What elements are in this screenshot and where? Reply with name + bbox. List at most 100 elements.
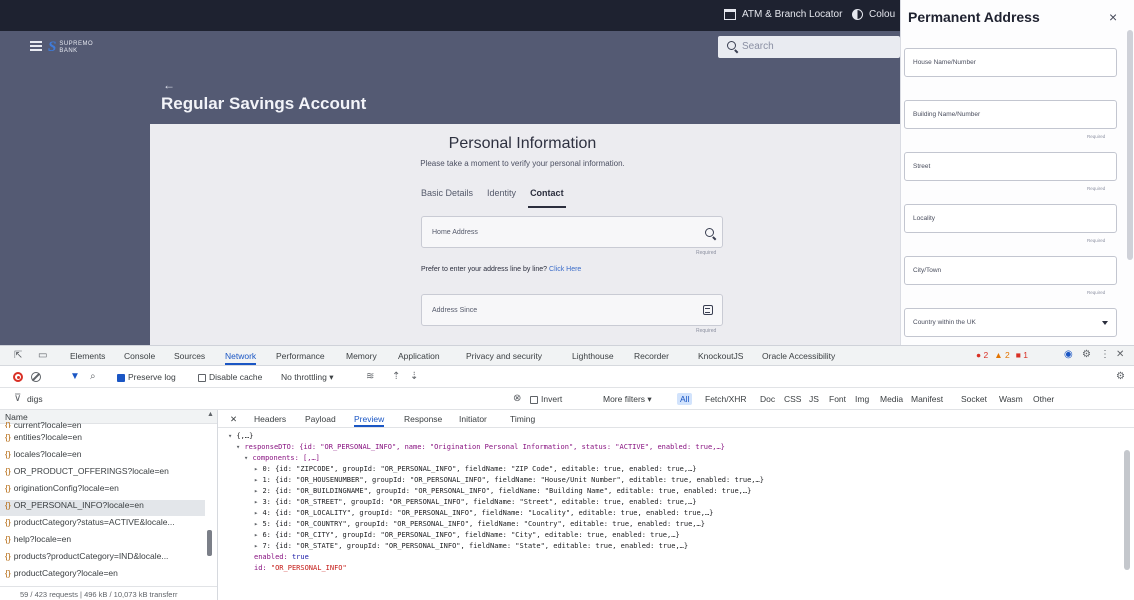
tab-response[interactable]: Response — [404, 414, 442, 424]
network-settings-icon[interactable]: ⚙ — [1116, 371, 1125, 382]
address-since-field[interactable]: Address Since — [421, 294, 723, 326]
list-item[interactable]: {} OR_PRODUCT_OFFERINGS?locale=en — [0, 466, 205, 482]
record-icon[interactable] — [13, 372, 23, 382]
tab-application[interactable]: Application — [398, 351, 440, 361]
json-row[interactable]: ▸ 7: {id: "OR_STATE", groupId: "OR_PERSO… — [254, 542, 688, 550]
filter-doc[interactable]: Doc — [757, 393, 778, 405]
json-response-dto[interactable]: ▾ responseDTO: {id: "OR_PERSONAL_INFO", … — [236, 443, 725, 451]
tab-lighthouse[interactable]: Lighthouse — [572, 351, 614, 361]
list-item[interactable]: {} productCategory?status=ACTIVE&locale..… — [0, 517, 205, 533]
tab-payload[interactable]: Payload — [305, 414, 336, 424]
close-icon[interactable]: × — [1109, 9, 1117, 25]
filter-js[interactable]: JS — [806, 393, 822, 405]
tab-memory[interactable]: Memory — [346, 351, 377, 361]
hamburger-menu-icon[interactable] — [30, 41, 42, 51]
list-item[interactable]: {} locales?locale=en — [0, 449, 205, 465]
street-field[interactable]: Street — [904, 152, 1117, 181]
filter-media[interactable]: Media — [877, 393, 906, 405]
filter-wasm[interactable]: Wasm — [996, 393, 1026, 405]
json-row[interactable]: ▸ 3: {id: "OR_STREET", groupId: "OR_PERS… — [254, 498, 697, 506]
address-search-icon[interactable] — [705, 228, 714, 237]
filter-fetch-xhr[interactable]: Fetch/XHR — [702, 393, 750, 405]
calendar-icon[interactable] — [703, 305, 713, 315]
locality-field[interactable]: Locality — [904, 204, 1117, 233]
list-item[interactable]: {} current?locale=en — [0, 420, 205, 428]
city-town-field[interactable]: City/Town — [904, 256, 1117, 285]
more-options-icon[interactable]: ⋮ — [1100, 349, 1110, 360]
close-detail-icon[interactable]: ✕ — [230, 414, 237, 425]
panel-scrollbar[interactable] — [1127, 30, 1133, 260]
tab-privacy-security[interactable]: Privacy and security — [466, 351, 542, 361]
tab-console[interactable]: Console — [124, 351, 155, 361]
request-list-scrollbar[interactable] — [207, 530, 212, 556]
tab-knockoutjs[interactable]: KnockoutJS — [698, 351, 743, 361]
filter-other[interactable]: Other — [1030, 393, 1057, 405]
clear-filter-icon[interactable]: ⊗ — [513, 393, 521, 404]
json-root[interactable]: ▾ {,…} — [228, 432, 253, 440]
tab-basic-details[interactable]: Basic Details — [421, 188, 473, 198]
json-row[interactable]: ▸ 0: {id: "ZIPCODE", groupId: "OR_PERSON… — [254, 465, 697, 473]
upload-icon[interactable]: ⇡ — [392, 371, 400, 382]
filter-input[interactable]: digs — [27, 394, 43, 404]
json-components[interactable]: ▾ components: [,…] — [244, 454, 320, 462]
disable-cache-checkbox[interactable]: Disable cache — [198, 372, 262, 382]
tab-preview[interactable]: Preview — [354, 414, 385, 427]
inspect-icon[interactable]: ⇱ — [14, 350, 22, 361]
ai-assistant-icon[interactable]: ◉ — [1064, 349, 1073, 360]
json-row[interactable]: ▸ 5: {id: "OR_COUNTRY", groupId: "OR_PER… — [254, 520, 705, 528]
list-item[interactable]: {} help?locale=en — [0, 534, 205, 550]
preview-scrollbar[interactable] — [1124, 450, 1130, 570]
tab-recorder[interactable]: Recorder — [634, 351, 669, 361]
tab-headers[interactable]: Headers — [254, 414, 286, 424]
preserve-log-checkbox[interactable]: Preserve log — [117, 372, 176, 382]
list-item[interactable]: {} productCategory?locale=en — [0, 568, 205, 584]
list-item-selected[interactable]: {} OR_PERSONAL_INFO?locale=en — [0, 500, 205, 516]
list-item[interactable]: {} products?productCategory=IND&locale... — [0, 551, 205, 567]
tab-identity[interactable]: Identity — [487, 188, 516, 198]
json-row[interactable]: ▸ 1: {id: "OR_HOUSENUMBER", groupId: "OR… — [254, 476, 764, 484]
country-select[interactable]: Country within the UK — [904, 308, 1117, 337]
tab-oracle-accessibility[interactable]: Oracle Accessibility — [762, 351, 835, 361]
wifi-icon[interactable]: ≋ — [366, 371, 374, 382]
filter-font[interactable]: Font — [826, 393, 849, 405]
filter-manifest[interactable]: Manifest — [908, 393, 946, 405]
more-filters-dropdown[interactable]: More filters ▾ — [603, 394, 652, 405]
list-item[interactable]: {} originationConfig?locale=en — [0, 483, 205, 499]
invert-label: Invert — [541, 394, 563, 404]
download-icon[interactable]: ⇣ — [410, 371, 418, 382]
invert-checkbox[interactable]: Invert — [530, 394, 562, 404]
search-network-icon[interactable]: ⌕ — [90, 371, 96, 382]
warning-count: ▲ 2 — [994, 350, 1010, 360]
filter-icon[interactable]: ▼ — [70, 371, 80, 382]
tab-contact[interactable]: Contact — [528, 188, 566, 208]
bank-logo[interactable]: S SUPREMO BANK — [48, 39, 93, 56]
atm-locator-link[interactable]: ATM & Branch Locator — [724, 9, 842, 20]
close-devtools-icon[interactable]: ✕ — [1116, 349, 1124, 360]
json-row[interactable]: ▸ 6: {id: "OR_CITY", groupId: "OR_PERSON… — [254, 531, 680, 539]
json-row[interactable]: ▸ 4: {id: "OR_LOCALITY", groupId: "OR_PE… — [254, 509, 713, 517]
clear-icon[interactable] — [31, 372, 41, 382]
tab-network[interactable]: Network — [225, 351, 257, 365]
gear-icon[interactable]: ⚙ — [1082, 349, 1091, 360]
filter-css[interactable]: CSS — [781, 393, 804, 405]
house-name-field[interactable]: House Name/Number — [904, 48, 1117, 77]
filter-all[interactable]: All — [677, 393, 693, 405]
filter-img[interactable]: Img — [852, 393, 872, 405]
filter-socket[interactable]: Socket — [958, 393, 990, 405]
tab-sources[interactable]: Sources — [174, 351, 205, 361]
back-arrow-icon[interactable]: ← — [163, 78, 175, 92]
list-item[interactable]: {} entities?locale=en — [0, 432, 205, 448]
json-row[interactable]: ▸ 2: {id: "OR_BUILDINGNAME", groupId: "O… — [254, 487, 751, 495]
tab-timing[interactable]: Timing — [510, 414, 535, 424]
home-address-field[interactable]: Home Address — [421, 216, 723, 248]
colour-contrast-toggle[interactable]: Colou — [852, 9, 895, 20]
device-toggle-icon[interactable]: ▭ — [38, 350, 47, 361]
throttling-select[interactable]: No throttling ▾ — [281, 372, 333, 383]
tab-initiator[interactable]: Initiator — [459, 414, 487, 424]
search-input[interactable]: Search — [718, 36, 900, 58]
tab-performance[interactable]: Performance — [276, 351, 325, 361]
tab-elements[interactable]: Elements — [70, 351, 105, 361]
building-name-field[interactable]: Building Name/Number — [904, 100, 1117, 129]
issue-badges[interactable]: ● 2 ▲ 2 ■ 1 — [976, 350, 1028, 360]
click-here-link[interactable]: Click Here — [549, 266, 581, 273]
